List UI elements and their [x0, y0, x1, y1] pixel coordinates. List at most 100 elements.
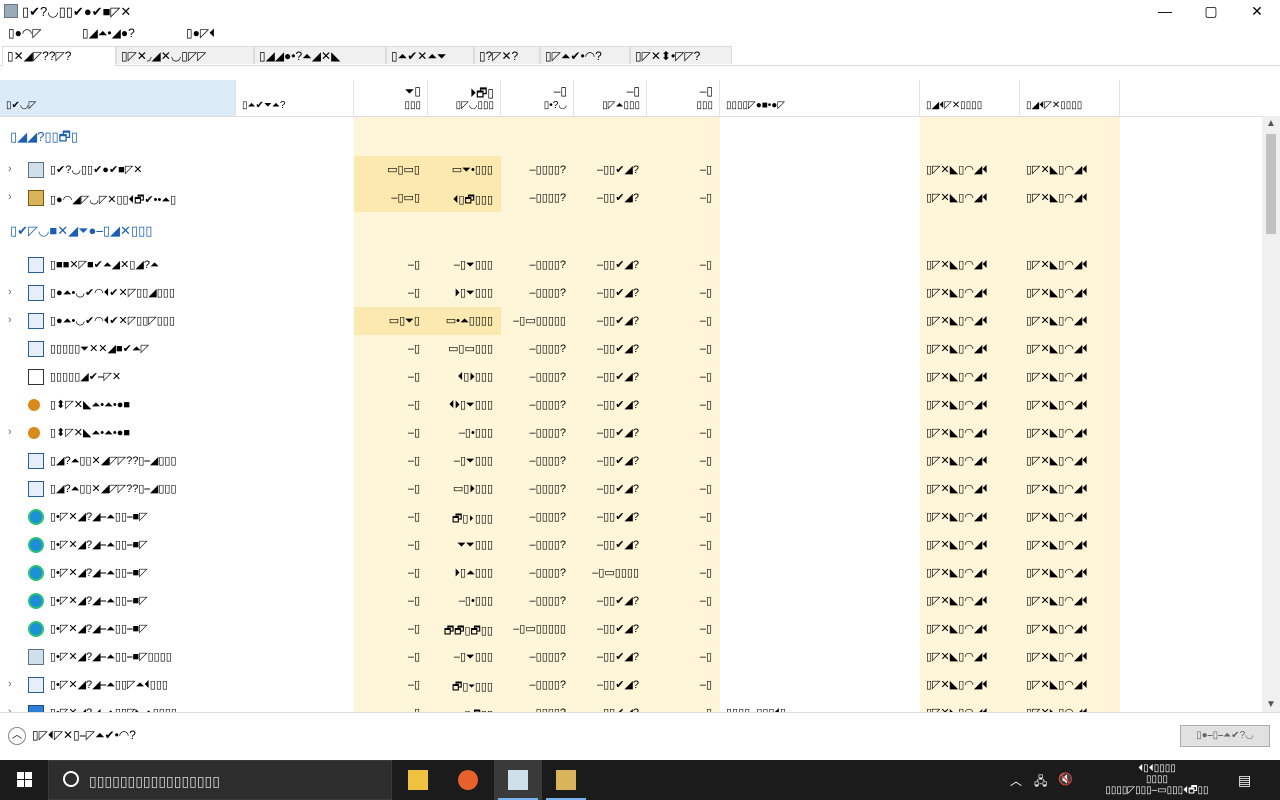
expand-chevron-icon[interactable]: ›: [8, 314, 12, 326]
col-power[interactable]: ▯◢⏴◸✕▯▯▯▯: [920, 80, 1020, 116]
process-row[interactable]: ▯•◸✕◢?◢⎯⏶▯▯⎯■◸ –▯ –▯•▯▯▯ –▯▯▯▯? –▯▯✔◢? –▯ ▯◸✕◣…: [0, 587, 1262, 615]
process-row[interactable]: ▯◢?⏶▯▯✕◢◸◸??▯⎯◢▯▯▯ –▯ ▭▯⏵▯▯▯ –▯▯▯▯? –▯▯✔◢? –▯…: [0, 475, 1262, 503]
tray-chevron-icon[interactable]: ︿: [1010, 772, 1022, 789]
taskbar-security-app[interactable]: [542, 760, 590, 800]
tab-4[interactable]: ▯⏶✔✕⏶⏷: [386, 46, 474, 64]
metric-cell: –▯: [407, 679, 420, 691]
title-bar: ▯✔?◡▯▯✔●✔■◸✕ — ▢ ✕: [0, 0, 1280, 24]
menu-help[interactable]: ▯●◸⏴: [186, 26, 215, 41]
process-name: ▯●⏶•◡✔◠⏴✔✕◸▯▯◢▯▯▯: [50, 287, 175, 299]
process-row[interactable]: › ▯•◸✕◢?◢⎯⏶▯▯◸⏶⏴▯▯▯ –▯ 🗗▯⏷▯▯▯ –▯▯▯▯? –▯▯✔◢? –▯…: [0, 671, 1262, 699]
process-row[interactable]: ▯•◸✕◢?◢⎯⏶▯▯⎯■◸▯▯▯▯ –▯ –▯⏷▯▯▯ –▯▯▯▯? –▯▯✔◢? –▯…: [0, 643, 1262, 671]
metric-cell: –▯▯▯▯?: [529, 259, 566, 271]
group-header[interactable]: ▯✔◸◡■✕◢⏷●⎯▯◢✕▯▯▯: [0, 217, 1262, 245]
tab-1[interactable]: ▯✕◢◸??◸?: [2, 46, 116, 66]
group-header[interactable]: ▯◢◢?▯▯🗗▯: [0, 122, 1262, 150]
app-icon: [28, 313, 44, 329]
taskbar-file-explorer[interactable]: [394, 760, 442, 800]
process-row[interactable]: ▯•◸✕◢?◢⎯⏶▯▯⎯■◸ –▯ ⏵▯⏶▯▯▯ –▯▯▯▯? –▯▭▯▯▯▯ –▯ ▯◸✕…: [0, 559, 1262, 587]
expand-chevron-icon[interactable]: ›: [8, 426, 12, 438]
process-row[interactable]: › ▯✔?◡▯▯✔●✔■◸✕ ▭▯▭▯ ▭⏷•▯▯▯ –▯▯▯▯? –▯▯✔◢? –▯ ▯◸✕…: [0, 156, 1262, 184]
metric-cell: –▯▯▯▯?: [529, 483, 566, 495]
scroll-up-icon[interactable]: ▲: [1266, 118, 1276, 129]
metric-cell: –▯: [699, 315, 712, 327]
power-usage-cell: ▯◸✕◣▯◠◢⏴: [1026, 192, 1088, 204]
process-row[interactable]: ▯▯▯▯▯⏷✕✕◢■✔⏶◸ –▯ ▭▯▭▯▯▯ –▯▯▯▯? –▯▯✔◢? –▯ ▯◸✕◣▯…: [0, 335, 1262, 363]
scroll-thumb[interactable]: [1266, 134, 1276, 234]
menu-options[interactable]: ▯◢⏶•◢●?: [82, 26, 135, 41]
col-network[interactable]: –▯ ▯◸⏶▯▯▯: [574, 80, 647, 116]
process-name: ▯◢?⏶▯▯✕◢◸◸??▯⎯◢▯▯▯: [50, 483, 177, 495]
minimize-button[interactable]: —: [1142, 0, 1188, 24]
taskbar-task-manager[interactable]: [494, 760, 542, 800]
metric-cell: –▯▯▯▯?: [529, 164, 566, 176]
process-row[interactable]: ▯▯▯▯▯◢✔⎯◸✕ –▯ ⏴▯⏵▯▯▯ –▯▯▯▯? –▯▯✔◢? –▯ ▯◸✕◣▯◠◢⏴…: [0, 363, 1262, 391]
close-button[interactable]: ✕: [1234, 0, 1280, 24]
end-task-button[interactable]: ▯●⎯▯⎯⏶✔?◡: [1180, 725, 1270, 747]
clock[interactable]: ⏴▯⏴▯▯▯▯ ▯▯▯▯ ▯▯▯▯◸▯▯▯–▭▯▯▯⏴🗗▯▯: [1092, 763, 1222, 796]
col-memory[interactable]: ⏵🗗▯ ▯◸◡▯▯▯: [428, 80, 501, 116]
col-disk[interactable]: –▯ ▯•?◡: [501, 80, 574, 116]
app-icon: [28, 453, 44, 469]
notifications-icon[interactable]: ▤: [1238, 772, 1251, 789]
process-row[interactable]: › ▯⬍◸✕◣⏶•⏶•●■ –▯ –▯•▯▯▯ –▯▯▯▯? –▯▯✔◢? –▯ ▯◸✕◣▯◠…: [0, 419, 1262, 447]
power-usage-cell: ▯◸✕◣▯◠◢⏴: [1026, 164, 1088, 176]
metric-cell: –▯: [407, 651, 420, 663]
process-name: ▯▯▯▯▯◢✔⎯◸✕: [50, 371, 122, 383]
tab-6[interactable]: ▯◸⏶✔•◠?: [540, 46, 630, 64]
network-icon[interactable]: 🖧: [1034, 772, 1047, 793]
metric-cell: –▯▯✔◢?: [596, 259, 639, 271]
tab-3[interactable]: ▯◢◢●•?⏶◢✕◣: [254, 46, 386, 64]
process-row[interactable]: ▯•◸✕◢?◢⎯⏶▯▯⎯■◸ –▯ 🗗🗗▯🗗▯▯ –▯▭▯▯▯▯▯ –▯▯✔◢? –▯ ▯◸…: [0, 615, 1262, 643]
start-button[interactable]: [0, 760, 48, 800]
volume-muted-icon[interactable]: 🔇: [1058, 772, 1073, 786]
metric-cell: –▯▯✔◢?: [596, 539, 639, 551]
process-row[interactable]: ▯⬍◸✕◣⏶•⏶•●■ –▯ ⏴⏵▯⏷▯▯▯ –▯▯▯▯? –▯▯✔◢? –▯ ▯◸✕◣▯◠…: [0, 391, 1262, 419]
menu-file[interactable]: ▯●◠◸: [8, 26, 42, 40]
col-power-trend[interactable]: ▯◢⏴◸✕▯▯▯▯: [1020, 80, 1120, 116]
expand-chevron-icon[interactable]: ›: [8, 191, 12, 203]
expand-chevron-icon[interactable]: ›: [8, 678, 12, 690]
tab-2[interactable]: ▯◸✕◞◢✕◡▯◸◸: [116, 46, 254, 64]
power-usage-cell: ▯◸✕◣▯◠◢⏴: [926, 455, 988, 467]
maximize-button[interactable]: ▢: [1188, 0, 1234, 24]
metric-cell: –▯: [699, 427, 712, 439]
app-icon: [28, 341, 44, 357]
power-usage-cell: ▯◸✕◣▯◠◢⏴: [926, 164, 988, 176]
taskbar: ▯▯▯▯▯▯▯▯▯▯▯▯▯▯▯▯▯ ︿ 🖧 🔇 ⏴▯⏴▯▯▯▯ ▯▯▯▯ ▯▯▯…: [0, 760, 1280, 800]
process-row[interactable]: ▯•◸✕◢?◢⎯⏶▯▯⎯■◸ –▯ 🗗▯⏵▯▯▯ –▯▯▯▯? –▯▯✔◢? –▯ ▯◸✕◣…: [0, 503, 1262, 531]
taskbar-firefox[interactable]: [444, 760, 492, 800]
process-row[interactable]: › ▯●⏶•◡✔◠⏴✔✕◸▯▯◸▯▯▯ ▭▯⏷▯ ▭•⏶▯▯▯▯ –▯▭▯▯▯▯▯ –▯▯…: [0, 307, 1262, 335]
metric-cell: ⏴▯🗗▯▯▯: [452, 194, 493, 206]
lock-icon: [28, 190, 44, 206]
expand-chevron-icon[interactable]: ›: [8, 163, 12, 175]
col-status[interactable]: ▯⏶✔⏷⏶?: [236, 80, 354, 116]
vertical-scrollbar[interactable]: ▲ ▼: [1262, 116, 1280, 712]
process-row[interactable]: › ▯●⏶•◡✔◠⏴✔✕◸▯▯◢▯▯▯ –▯ ⏵▯⏷▯▯▯ –▯▯▯▯? –▯▯✔◢? –▯…: [0, 279, 1262, 307]
process-row[interactable]: ›▯•◸✕◢?◢⎯⏶▯▯◸◣⏶▯▯▯▯–▯▭▭▯🗗▯▯–▯▯▯▯?–▯▯✔◢?–…: [0, 699, 1262, 712]
metric-cell: 🗗▯⏷▯▯▯: [452, 681, 493, 693]
metric-cell: –▯•▯▯▯: [458, 595, 493, 607]
process-row[interactable]: ▯◢?⏶▯▯✕◢◸◸??▯⎯◢▯▯▯ –▯ –▯⏷▯▯▯ –▯▯▯▯? –▯▯✔◢? –▯…: [0, 447, 1262, 475]
window-title: ▯✔?◡▯▯✔●✔■◸✕: [22, 4, 132, 19]
metric-cell: –▯: [699, 164, 712, 176]
col-cpu[interactable]: ⏷▯ ▯▯▯: [354, 80, 428, 116]
expand-chevron-icon[interactable]: ›: [8, 286, 12, 298]
process-row[interactable]: › ▯●◠◢◸◡◸✕▯▯⏴🗗✔••⏶▯ –▯▭▯ ⏴▯🗗▯▯▯ –▯▯▯▯? –▯▯✔◢?…: [0, 184, 1262, 212]
col-publisher[interactable]: ▯▯▯▯◸●■•●◸: [720, 80, 920, 116]
scroll-down-icon[interactable]: ▼: [1266, 699, 1276, 710]
metric-cell: –▯: [407, 287, 420, 299]
metric-cell: –▯: [699, 623, 712, 635]
col-gpu[interactable]: –▯ ▯▯▯: [647, 80, 720, 116]
power-usage-cell: ▯◸✕◣▯◠◢⏴: [1026, 399, 1088, 411]
taskbar-search[interactable]: ▯▯▯▯▯▯▯▯▯▯▯▯▯▯▯▯▯: [48, 760, 392, 800]
tab-7[interactable]: ▯◸✕⬍•◸◸?: [630, 46, 732, 64]
fewer-details-icon[interactable]: ︿: [8, 727, 26, 745]
tab-5[interactable]: ▯?◸✕?: [474, 46, 540, 64]
fewer-details-link[interactable]: ▯◸⏴◸✕▯⎯◸⏶✔•◠?: [32, 728, 136, 743]
col-name[interactable]: ▯✔◡◸: [0, 80, 236, 116]
power-usage-cell: ▯◸✕◣▯◠◢⏴: [926, 315, 988, 327]
process-row[interactable]: ▯■■✕◸■✔⏶◢✕▯◢?⏶ –▯ –▯⏷▯▯▯ –▯▯▯▯? –▯▯✔◢? –▯ ▯◸✕◣…: [0, 251, 1262, 279]
process-row[interactable]: ▯•◸✕◢?◢⎯⏶▯▯⎯■◸ –▯ ⏷⏷▯▯▯ –▯▯▯▯? –▯▯✔◢? –▯ ▯◸✕◣▯…: [0, 531, 1262, 559]
edge-icon: [28, 537, 44, 553]
